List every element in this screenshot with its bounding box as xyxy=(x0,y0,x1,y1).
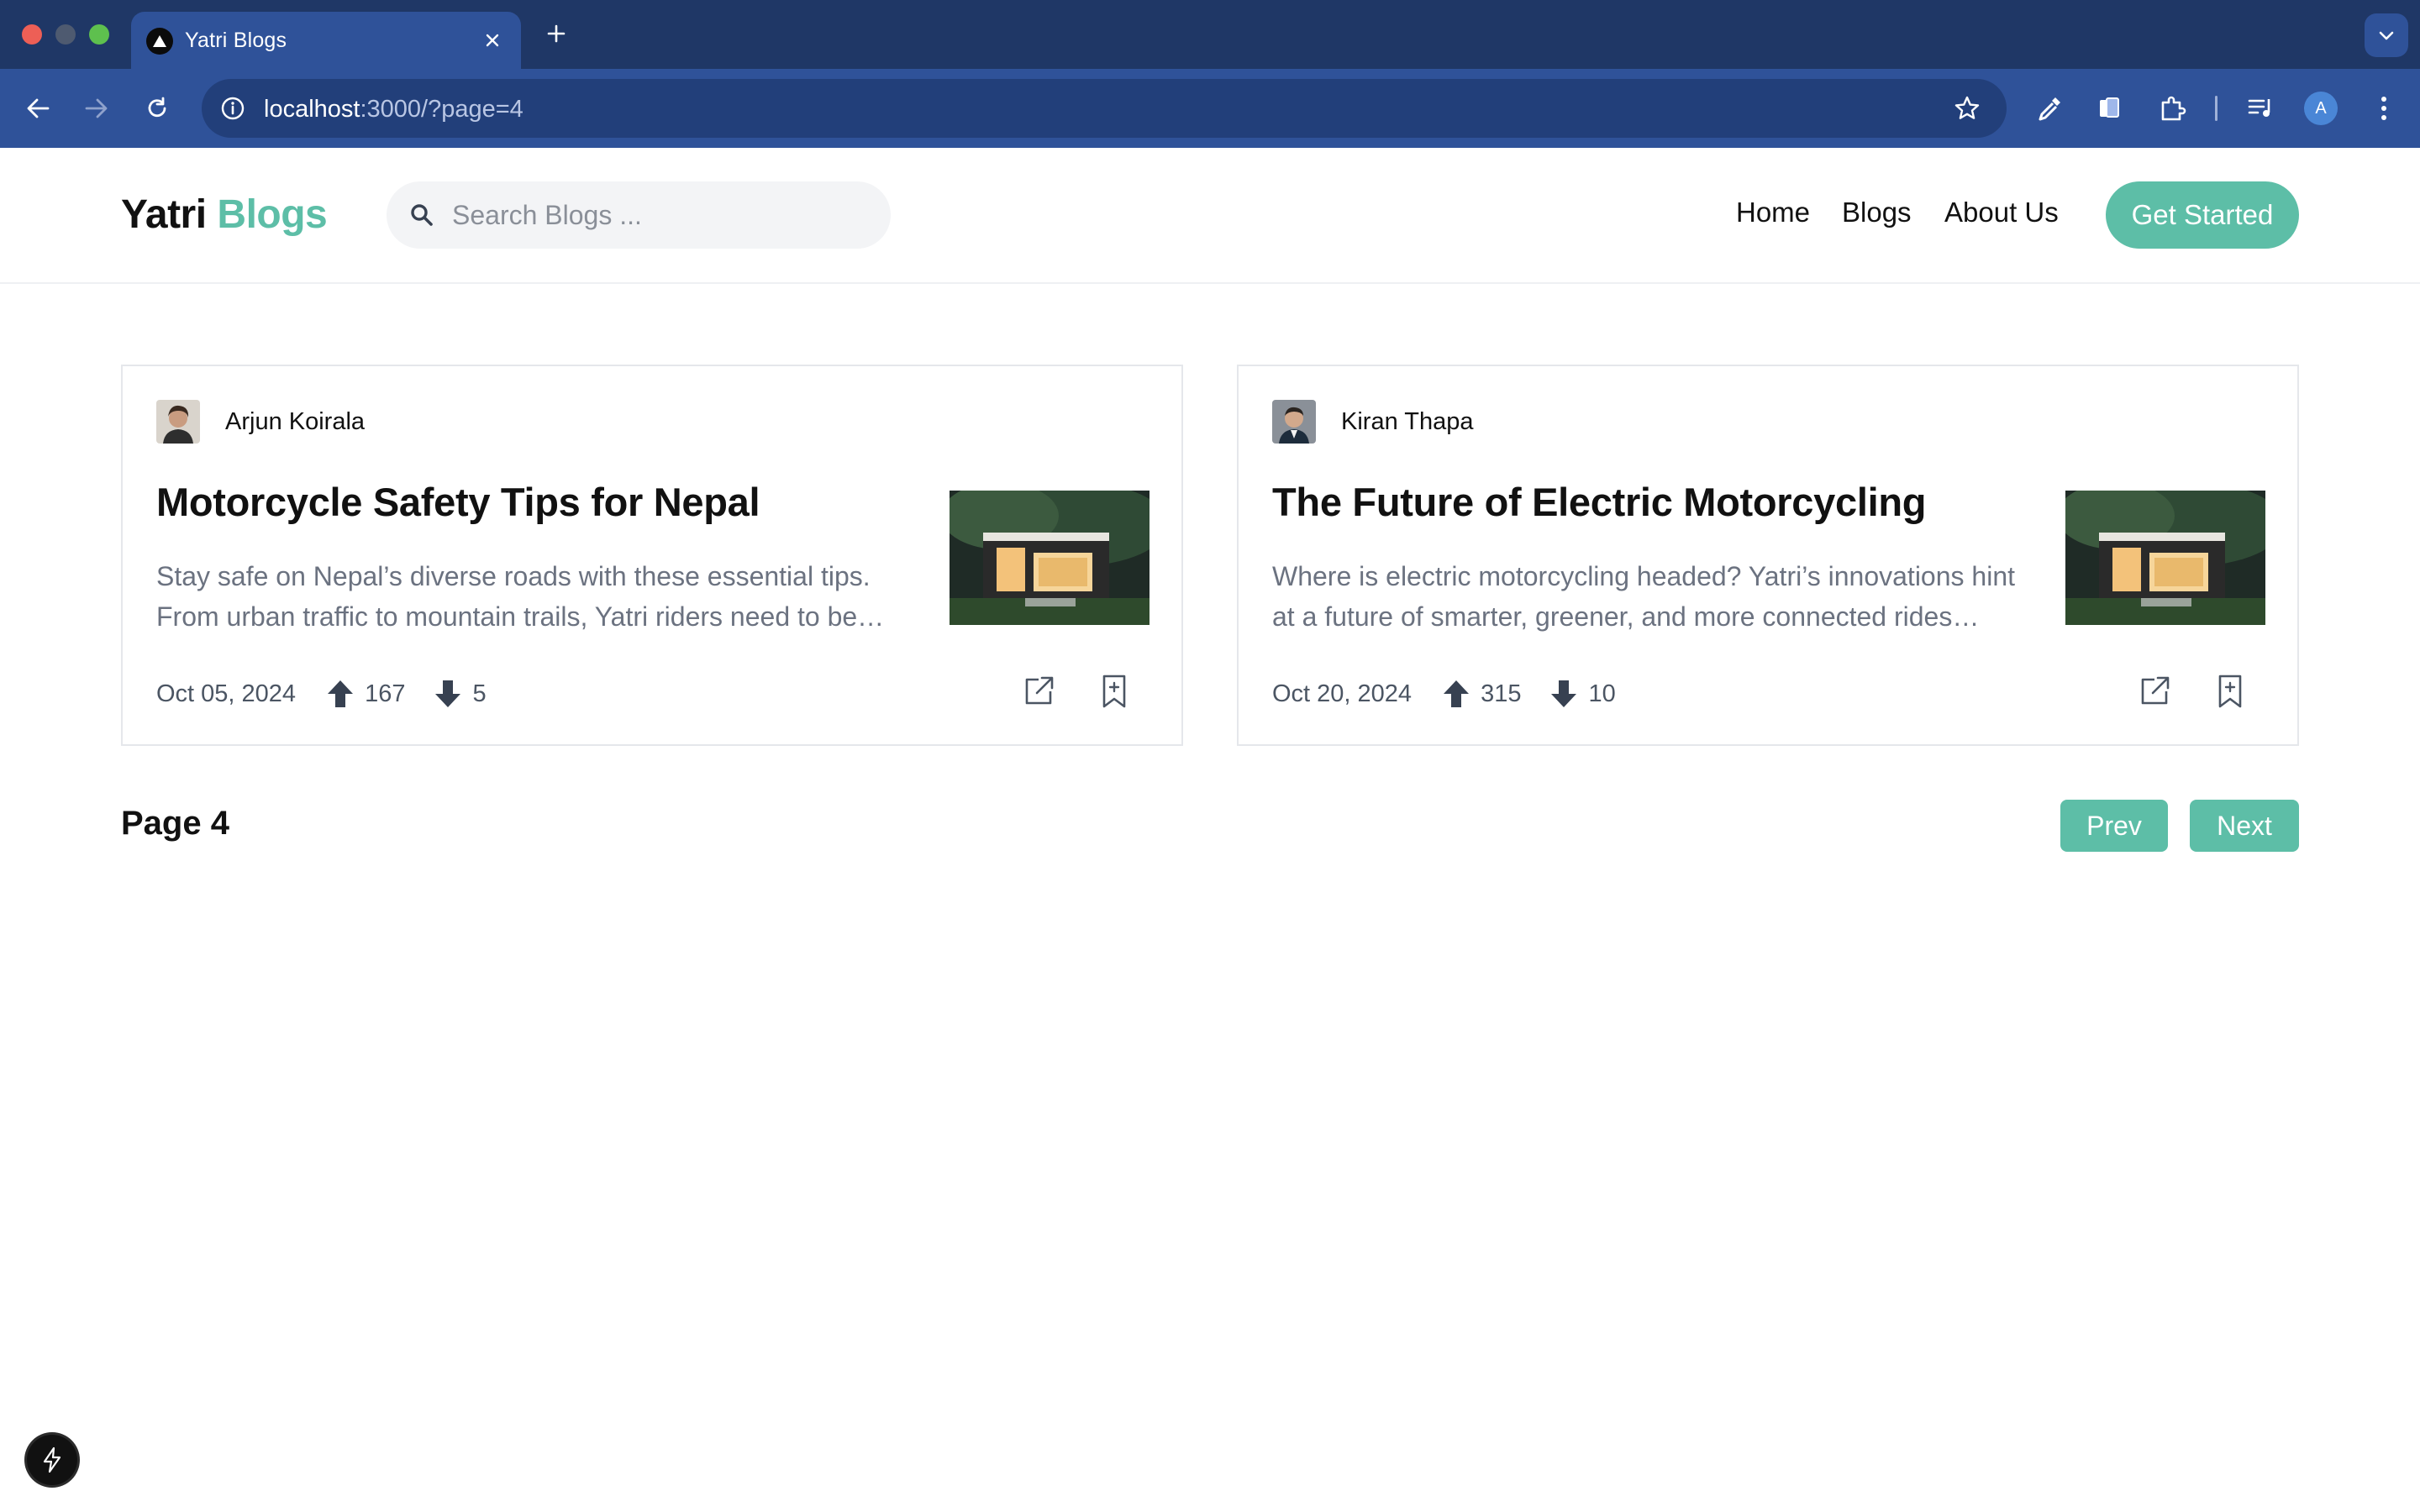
blog-card[interactable]: Arjun Koirala Motorcycle Safety Tips for… xyxy=(121,365,1183,746)
post-meta: Oct 05, 2024 167 5 xyxy=(156,675,515,712)
bookmark-star-icon[interactable] xyxy=(1951,92,1983,124)
url-text: localhost:3000/?page=4 xyxy=(264,96,523,123)
author-avatar xyxy=(156,400,200,444)
post-thumbnail-image[interactable] xyxy=(950,491,1150,625)
author-name: Arjun Koirala xyxy=(225,408,366,435)
post-title[interactable]: Motorcycle Safety Tips for Nepal xyxy=(156,479,929,525)
nav-link-about-us[interactable]: About Us xyxy=(1944,197,2059,228)
new-tab-plus-icon[interactable] xyxy=(541,18,571,49)
window-zoom-button[interactable] xyxy=(89,24,109,45)
blog-card[interactable]: Kiran Thapa The Future of Electric Motor… xyxy=(1237,365,2299,746)
site-header: Yatri Blogs Home Blogs About Us Get Star… xyxy=(0,148,2420,284)
downvote-button[interactable]: 5 xyxy=(434,679,487,709)
profile-avatar[interactable]: A xyxy=(2304,92,2338,125)
window-minimize-button[interactable] xyxy=(55,24,76,45)
site-info-icon[interactable] xyxy=(213,89,252,128)
logo-accent-text: Blogs xyxy=(217,192,328,237)
author-avatar xyxy=(1272,400,1316,444)
post-meta: Oct 20, 2024 315 10 xyxy=(1272,675,1644,712)
forward-arrow-icon[interactable] xyxy=(77,89,116,128)
media-controls-icon[interactable] xyxy=(2242,89,2281,128)
post-title[interactable]: The Future of Electric Motorcycling xyxy=(1272,479,2045,525)
copy-extension-icon[interactable] xyxy=(2091,89,2129,128)
browser-menu-kebab-icon[interactable] xyxy=(2365,89,2403,128)
downvote-arrow-icon xyxy=(1551,680,1577,707)
downvote-count: 10 xyxy=(1588,680,1616,707)
browser-tab-active[interactable]: Yatri Blogs xyxy=(131,12,521,69)
extensions-puzzle-icon[interactable] xyxy=(2153,89,2191,128)
upvote-arrow-icon xyxy=(1444,680,1470,707)
post-excerpt-line: From urban traffic to mountain trails, Y… xyxy=(156,601,885,632)
nav-link-home[interactable]: Home xyxy=(1736,197,1810,228)
upvote-count: 315 xyxy=(1481,680,1522,707)
post-date: Oct 20, 2024 xyxy=(1272,680,1413,707)
get-started-button[interactable]: Get Started xyxy=(2106,181,2299,249)
upvote-button[interactable]: 315 xyxy=(1442,679,1521,709)
upvote-button[interactable]: 167 xyxy=(326,679,405,709)
post-excerpt: Where is electric motorcycling headed? Y… xyxy=(1272,556,2028,637)
share-icon[interactable] xyxy=(2134,670,2175,712)
post-excerpt-line: Stay safe on Nepal’s diverse roads with … xyxy=(156,561,871,591)
dev-tools-lightning-icon[interactable] xyxy=(27,1435,77,1485)
next-page-button[interactable]: Next xyxy=(2190,800,2299,852)
downvote-button[interactable]: 10 xyxy=(1549,679,1616,709)
page-indicator: Page 4 xyxy=(121,805,229,842)
upvote-arrow-icon xyxy=(328,680,354,707)
upvote-count: 167 xyxy=(365,680,406,707)
post-excerpt-line: at a future of smarter, greener, and mor… xyxy=(1272,601,1980,632)
site-logo[interactable]: Yatri Blogs xyxy=(121,192,328,238)
post-date: Oct 05, 2024 xyxy=(156,680,297,707)
eyedropper-extension-icon[interactable] xyxy=(2030,89,2069,128)
address-bar[interactable]: localhost:3000/?page=4 xyxy=(202,79,2007,138)
bookmark-add-icon[interactable] xyxy=(1094,670,1134,712)
window-close-button[interactable] xyxy=(22,24,42,45)
post-excerpt: Stay safe on Nepal’s diverse roads with … xyxy=(156,556,913,637)
logo-main-text: Yatri xyxy=(121,192,207,237)
search-icon xyxy=(411,204,433,226)
url-host: localhost xyxy=(264,96,360,123)
prev-page-button[interactable]: Prev xyxy=(2060,800,2168,852)
downvote-count: 5 xyxy=(472,680,487,707)
back-arrow-icon[interactable] xyxy=(18,89,57,128)
bookmark-add-icon[interactable] xyxy=(2210,670,2250,712)
tab-search-chevron-down-icon[interactable] xyxy=(2365,13,2408,57)
author-name: Kiran Thapa xyxy=(1341,408,1474,435)
site-favicon-icon xyxy=(146,28,173,55)
browser-toolbar: localhost:3000/?page=4 A xyxy=(0,69,2420,148)
search-bar xyxy=(387,181,891,249)
search-input[interactable] xyxy=(452,195,872,235)
tab-title: Yatri Blogs xyxy=(185,29,287,52)
url-path: :3000/?page=4 xyxy=(360,96,523,123)
toolbar-divider xyxy=(2215,96,2217,121)
tab-close-icon[interactable] xyxy=(479,27,506,54)
post-excerpt-line: Where is electric motorcycling headed? Y… xyxy=(1272,561,2015,591)
browser-tab-strip: Yatri Blogs xyxy=(0,0,2420,69)
share-icon[interactable] xyxy=(1018,670,1059,712)
nav-link-blogs[interactable]: Blogs xyxy=(1842,197,1912,228)
downvote-arrow-icon xyxy=(435,680,461,707)
reload-icon[interactable] xyxy=(138,89,176,128)
post-thumbnail-image[interactable] xyxy=(2065,491,2265,625)
